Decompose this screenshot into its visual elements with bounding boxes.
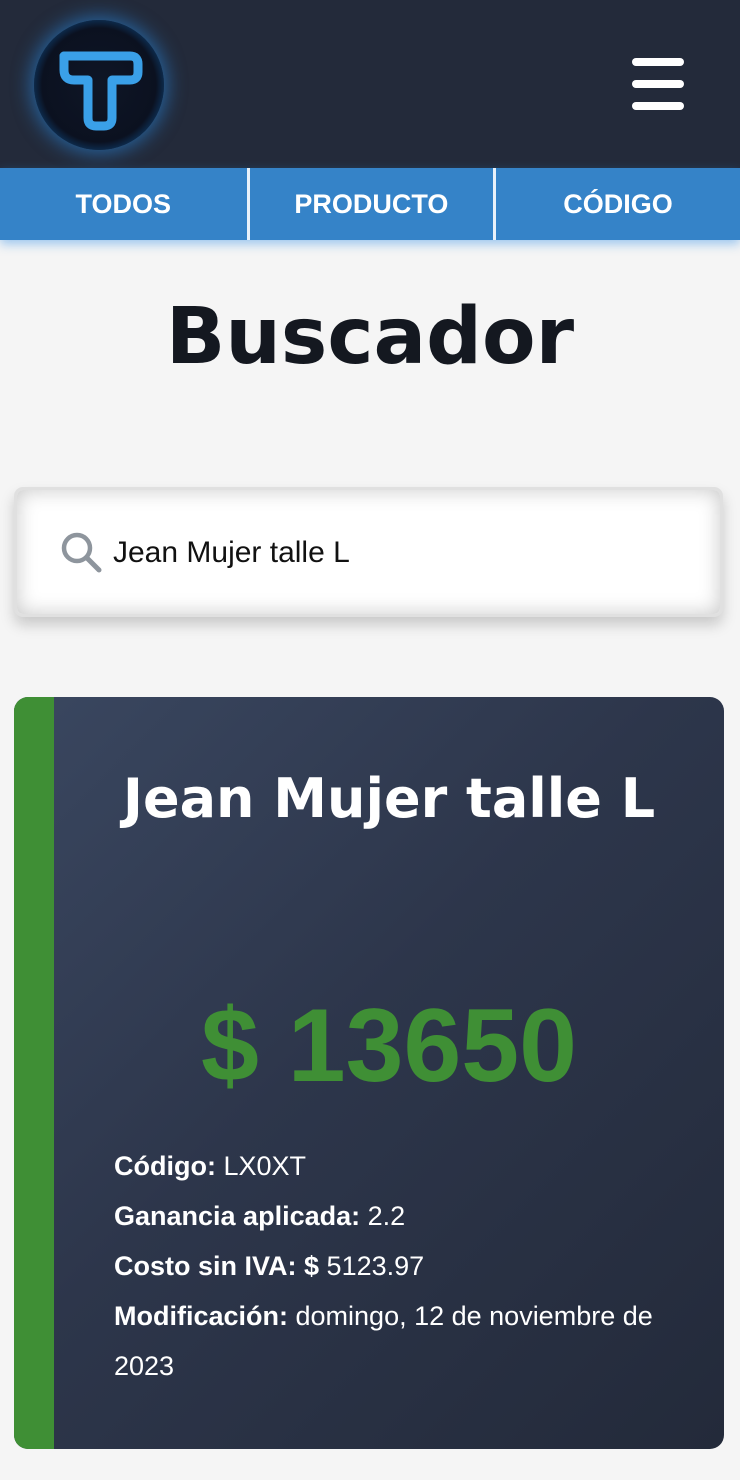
search-icon xyxy=(61,532,102,573)
t-letter-logo-icon[interactable] xyxy=(34,20,164,150)
search-box[interactable] xyxy=(14,487,723,617)
detail-margin-value: 2.2 xyxy=(367,1201,406,1231)
detail-code-value: LX0XT xyxy=(223,1151,307,1181)
product-name: Jean Mujer talle L xyxy=(122,767,656,830)
product-result-card[interactable]: Jean Mujer talle L $ 13650 Código: LX0XT… xyxy=(14,697,724,1449)
tab-todos[interactable]: TODOS xyxy=(0,168,247,240)
detail-cost-value: 5123.97 xyxy=(326,1251,425,1281)
tab-producto[interactable]: PRODUCTO xyxy=(246,168,494,240)
product-details: Código: LX0XT Ganancia aplicada: 2.2 Cos… xyxy=(114,1141,694,1391)
page-title: Buscador xyxy=(165,292,575,382)
app-header xyxy=(0,0,740,168)
tab-codigo[interactable]: CÓDIGO xyxy=(493,168,740,240)
product-price: $ 13650 xyxy=(201,988,577,1104)
detail-modified-label: Modificación: xyxy=(114,1301,288,1331)
detail-cost: Costo sin IVA: $ 5123.97 xyxy=(114,1241,694,1291)
detail-code: Código: LX0XT xyxy=(114,1141,694,1191)
detail-cost-label: Costo sin IVA: $ xyxy=(114,1251,320,1281)
search-input[interactable] xyxy=(113,530,673,576)
hamburger-menu-icon[interactable] xyxy=(624,52,692,116)
card-accent-bar xyxy=(14,697,54,1449)
detail-code-label: Código: xyxy=(114,1151,216,1181)
search-mode-tabs: TODOS PRODUCTO CÓDIGO xyxy=(0,168,740,240)
detail-modified: Modificación: domingo, 12 de noviembre d… xyxy=(114,1291,694,1391)
detail-margin: Ganancia aplicada: 2.2 xyxy=(114,1191,694,1241)
detail-margin-label: Ganancia aplicada: xyxy=(114,1201,361,1231)
